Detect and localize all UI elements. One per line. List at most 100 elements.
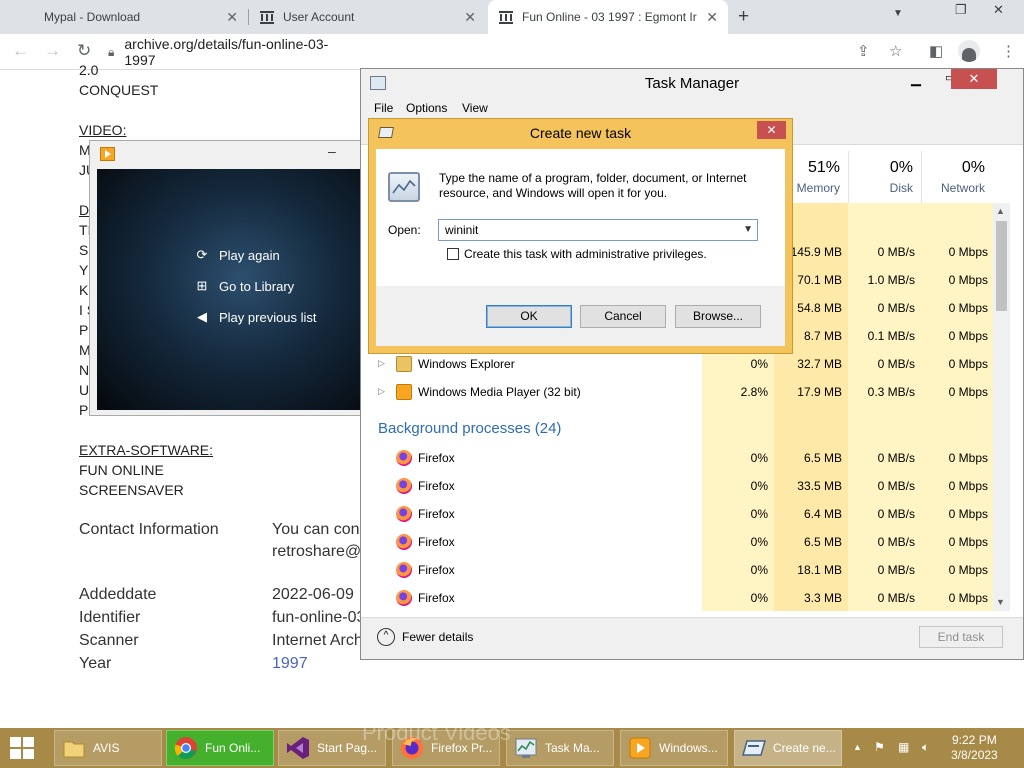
taskbar-label: Windows...: [659, 741, 718, 755]
menu-options[interactable]: Options: [406, 101, 447, 115]
kebab-menu-icon[interactable]: ⋮: [1001, 42, 1016, 60]
disk-cell: 1.0 MB/s: [867, 273, 915, 287]
network-cell: 0 Mbps: [948, 591, 988, 605]
vertical-scrollbar[interactable]: ▲ ▼: [993, 203, 1010, 611]
open-combobox[interactable]: wininit ▼: [438, 219, 758, 241]
play-again-item[interactable]: ⟳ Play again: [195, 247, 280, 263]
taskbar-item-create-new-task[interactable]: Create ne...: [734, 730, 842, 766]
scroll-up-icon[interactable]: ▲: [996, 206, 1005, 216]
scroll-thumb[interactable]: [996, 221, 1007, 311]
tray-chevron-up-icon[interactable]: ▲: [853, 742, 862, 752]
identifier-label: Identifier: [79, 609, 141, 626]
addeddate-value: 2022-06-09: [272, 586, 354, 603]
player-titlebar[interactable]: –: [90, 141, 360, 167]
extra-software-item: SCREENSAVER: [79, 482, 184, 498]
side-panel-icon[interactable]: ◧: [929, 42, 943, 60]
close-icon[interactable]: ✕: [757, 121, 786, 139]
close-icon[interactable]: ✕: [706, 9, 718, 26]
truncated-line: K: [79, 282, 89, 298]
process-name: Windows Media Player (32 bit): [418, 385, 581, 399]
taskbar-item-avis[interactable]: AVIS: [54, 730, 162, 766]
tab-fun-online[interactable]: Fun Online - 03 1997 : Egmont Ir ✕: [488, 0, 728, 34]
close-icon[interactable]: ✕: [951, 69, 997, 89]
contact-label: Contact Information: [79, 521, 219, 538]
truncated-line: P: [79, 322, 89, 338]
taskbar-item-chrome[interactable]: Fun Onli...: [166, 730, 274, 766]
taskbar-item-task-manager[interactable]: Task Ma...: [506, 730, 614, 766]
table-row[interactable]: Firefox 0% 18.1 MB 0 MB/s 0 Mbps: [361, 556, 993, 584]
reload-icon[interactable]: ↻: [77, 41, 91, 61]
back-icon[interactable]: ←: [12, 41, 29, 61]
bookmark-star-icon[interactable]: ☆: [889, 42, 902, 60]
expand-caret-icon[interactable]: ▷: [378, 358, 385, 369]
close-icon[interactable]: ✕: [464, 9, 476, 26]
taskbar-item-media-player[interactable]: Windows...: [620, 730, 728, 766]
table-row[interactable]: ▷ Windows Media Player (32 bit) 2.8% 17.…: [361, 378, 993, 406]
open-label: Open:: [388, 223, 421, 237]
tab-mypal-download[interactable]: Mypal - Download ✕: [0, 0, 248, 34]
disk-cell: 0.1 MB/s: [867, 329, 915, 343]
play-previous-list-item[interactable]: ◀ Play previous list: [195, 309, 317, 325]
menu-view[interactable]: View: [462, 101, 488, 115]
table-row[interactable]: Firefox 0% 6.5 MB 0 MB/s 0 Mbps: [361, 444, 993, 472]
tab-title: User Account: [283, 10, 355, 24]
contact-value: retroshare@: [272, 543, 362, 560]
disk-cell: 0 MB/s: [877, 301, 915, 315]
action-center-flag-icon[interactable]: ⚑: [874, 740, 885, 754]
process-name: Firefox: [418, 507, 455, 521]
library-icon: ⊞: [196, 278, 208, 293]
column-header-network[interactable]: 0% Network: [921, 151, 993, 203]
back-arrow-icon: ◀: [197, 309, 207, 324]
folder-icon: [63, 741, 85, 758]
address-bar[interactable]: 🔒︎ archive.org/details/fun-online-03-199…: [108, 36, 338, 68]
forward-icon[interactable]: →: [44, 41, 61, 61]
ok-button[interactable]: OK: [486, 305, 572, 328]
menu-file[interactable]: File: [374, 101, 393, 115]
cpu-cell: 2.8%: [740, 385, 768, 399]
network-cell: 0 Mbps: [948, 301, 988, 315]
year-link[interactable]: 1997: [272, 655, 308, 673]
table-row[interactable]: ▷ Windows Explorer 0% 32.7 MB 0 MB/s 0 M…: [361, 350, 993, 378]
windows-explorer-icon: [396, 356, 412, 372]
go-to-library-item[interactable]: ⊞ Go to Library: [195, 278, 295, 294]
truncated-heading: D: [79, 202, 90, 218]
network-cell: 0 Mbps: [948, 385, 988, 399]
share-icon[interactable]: ⇪: [857, 42, 870, 60]
table-row[interactable]: Firefox 0% 6.5 MB 0 MB/s 0 Mbps: [361, 528, 993, 556]
browse-button[interactable]: Browse...: [675, 305, 761, 328]
restore-icon[interactable]: ❐: [955, 2, 967, 18]
fewer-details-button[interactable]: ^ Fewer details: [377, 628, 473, 646]
scroll-down-icon[interactable]: ▼: [996, 597, 1005, 607]
network-cell: 0 Mbps: [948, 563, 988, 577]
close-icon[interactable]: ✕: [226, 9, 238, 26]
checkbox-box[interactable]: [447, 248, 459, 260]
task-manager-titlebar[interactable]: Task Manager ▁ ▭ ✕: [361, 69, 1023, 97]
new-tab-button[interactable]: +: [738, 6, 749, 28]
taskbar-label: Fun Onli...: [205, 741, 261, 755]
visual-studio-icon: [287, 737, 309, 759]
chevron-down-icon[interactable]: ▼: [743, 224, 753, 235]
table-row[interactable]: Firefox 0% 3.3 MB 0 MB/s 0 Mbps: [361, 584, 993, 612]
table-row[interactable]: Firefox 0% 6.4 MB 0 MB/s 0 Mbps: [361, 500, 993, 528]
minimize-icon[interactable]: ▁: [911, 71, 921, 87]
volume-icon[interactable]: 🔈︎: [922, 740, 929, 755]
expand-caret-icon[interactable]: ▷: [378, 386, 385, 397]
chevron-down-icon[interactable]: ▼: [893, 8, 903, 19]
admin-privileges-checkbox[interactable]: Create this task with administrative pri…: [447, 247, 707, 261]
open-input-value: wininit: [445, 223, 479, 237]
disk-cell: 0 MB/s: [877, 245, 915, 259]
windows-taskbar: AVIS Fun Onli... Start Pag... Firefox Pr…: [0, 720, 1024, 768]
windows-start-icon[interactable]: [10, 737, 34, 759]
system-clock[interactable]: 9:22 PM 3/8/2023: [951, 733, 998, 763]
profile-avatar-icon[interactable]: [958, 40, 980, 62]
table-row[interactable]: Firefox 0% 33.5 MB 0 MB/s 0 Mbps: [361, 472, 993, 500]
tab-user-account[interactable]: User Account ✕: [249, 0, 486, 34]
network-icon[interactable]: ▦: [898, 740, 909, 754]
close-window-icon[interactable]: ✕: [993, 2, 1004, 18]
end-task-button[interactable]: End task: [919, 626, 1003, 648]
memory-cell: 6.5 MB: [803, 451, 842, 465]
run-dialog-icon: [742, 740, 766, 756]
cancel-button[interactable]: Cancel: [580, 305, 666, 328]
minimize-icon[interactable]: –: [328, 143, 336, 159]
column-header-disk[interactable]: 0% Disk: [848, 151, 921, 203]
